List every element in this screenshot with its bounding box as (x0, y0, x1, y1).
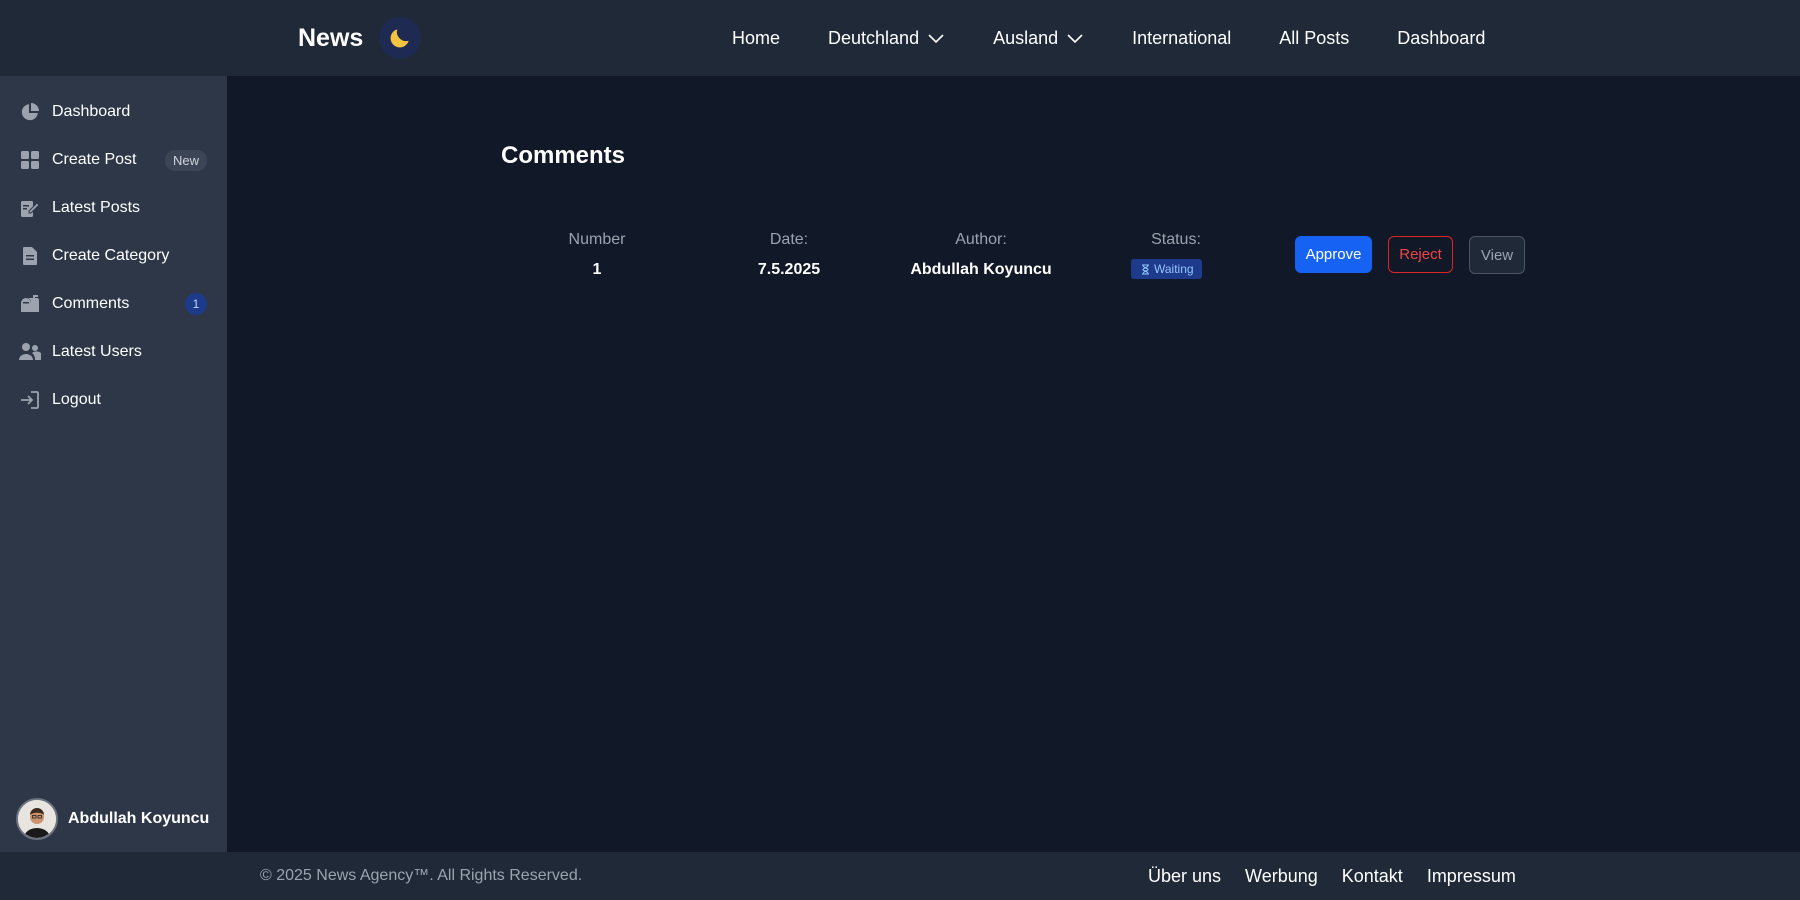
sidebar-item-label: Latest Users (52, 343, 142, 360)
sidebar-item-label: Latest Posts (52, 199, 141, 216)
sidebar-item-label: Dashboard (52, 103, 131, 120)
chevron-down-icon (928, 34, 944, 44)
theme-toggle-button[interactable] (379, 17, 422, 59)
footer-link-werbung[interactable]: Werbung (1245, 866, 1318, 887)
logout-icon (19, 389, 41, 411)
status-label: Status: (1151, 231, 1201, 248)
nav-link-dashboard[interactable]: Dashboard (1397, 28, 1485, 49)
approve-button[interactable]: Approve (1295, 236, 1372, 273)
new-badge: New (164, 149, 207, 171)
number-label: Number (568, 231, 626, 248)
sidebar-user-name: Abdullah Koyuncu (68, 810, 210, 827)
sidebar: Dashboard Create Post New Latest Posts C… (0, 76, 227, 852)
nav-link-ausland[interactable]: Ausland (993, 28, 1084, 49)
grid-icon (19, 149, 41, 171)
comment-row: Number 1 Date: 7.5.2025 Author: Abdullah… (0, 0, 1800, 900)
comment-number-column: Number 1 (547, 231, 647, 279)
comment-date-column: Date: 7.5.2025 (734, 231, 844, 279)
comment-number: 1 (592, 261, 602, 278)
author-label: Author: (955, 231, 1007, 248)
nav-link-all-posts[interactable]: All Posts (1279, 28, 1349, 49)
view-button[interactable]: View (1469, 236, 1525, 274)
sidebar-item-create-post[interactable]: Create Post New (0, 136, 227, 184)
document-icon (19, 245, 41, 267)
sidebar-user[interactable]: Abdullah Koyuncu (16, 798, 209, 840)
moon-icon (390, 29, 409, 48)
sidebar-item-label: Comments (52, 295, 130, 312)
avatar[interactable] (16, 798, 58, 840)
status-text: Waiting (1154, 262, 1194, 276)
chevron-down-icon (1067, 34, 1083, 44)
sidebar-item-comments[interactable]: Comments 1 (0, 280, 227, 328)
footer-link-ueber-uns[interactable]: Über uns (1148, 866, 1221, 887)
users-icon (19, 341, 41, 363)
pie-chart-icon (19, 101, 41, 123)
top-navbar: News Home Deutchland Ausland Internation… (0, 0, 1800, 76)
main-nav: Home Deutchland Ausland International Al… (732, 0, 1485, 76)
sidebar-item-label: Create Category (52, 247, 170, 264)
comment-date: 7.5.2025 (757, 261, 821, 278)
nav-link-deutchland[interactable]: Deutchland (828, 28, 945, 49)
footer-link-impressum[interactable]: Impressum (1427, 866, 1516, 887)
date-label: Date: (769, 231, 809, 248)
comment-status-column: Status: Waiting (1112, 231, 1232, 280)
brand-name[interactable]: News (298, 24, 363, 53)
hourglass-icon (1142, 263, 1149, 275)
sidebar-item-latest-users[interactable]: Latest Users (0, 328, 227, 376)
comment-author-column: Author: Abdullah Koyuncu (891, 231, 1071, 279)
sidebar-item-label: Create Post (52, 151, 137, 168)
edit-document-icon (19, 197, 41, 219)
nav-link-international[interactable]: International (1132, 28, 1231, 49)
status-badge: Waiting (1131, 259, 1202, 279)
brand: News (298, 0, 422, 76)
sidebar-item-label: Logout (52, 391, 101, 408)
footer-link-kontakt[interactable]: Kontakt (1342, 866, 1403, 887)
nav-link-home[interactable]: Home (732, 28, 780, 49)
footer: © 2025 News Agency™. All Rights Reserved… (0, 852, 1800, 900)
comments-count-badge: 1 (185, 293, 207, 315)
footer-nav: Über uns Werbung Kontakt Impressum (1148, 852, 1516, 900)
sidebar-item-logout[interactable]: Logout (0, 376, 227, 424)
mailbox-icon (19, 293, 41, 315)
sidebar-item-dashboard[interactable]: Dashboard (0, 88, 227, 136)
page-title: Comments (501, 142, 626, 169)
footer-copyright: © 2025 News Agency™. All Rights Reserved… (260, 867, 583, 884)
sidebar-menu: Dashboard Create Post New Latest Posts C… (0, 76, 227, 424)
sidebar-item-create-category[interactable]: Create Category (0, 232, 227, 280)
reject-button[interactable]: Reject (1388, 236, 1453, 273)
comment-author: Abdullah Koyuncu (910, 261, 1052, 278)
sidebar-item-latest-posts[interactable]: Latest Posts (0, 184, 227, 232)
